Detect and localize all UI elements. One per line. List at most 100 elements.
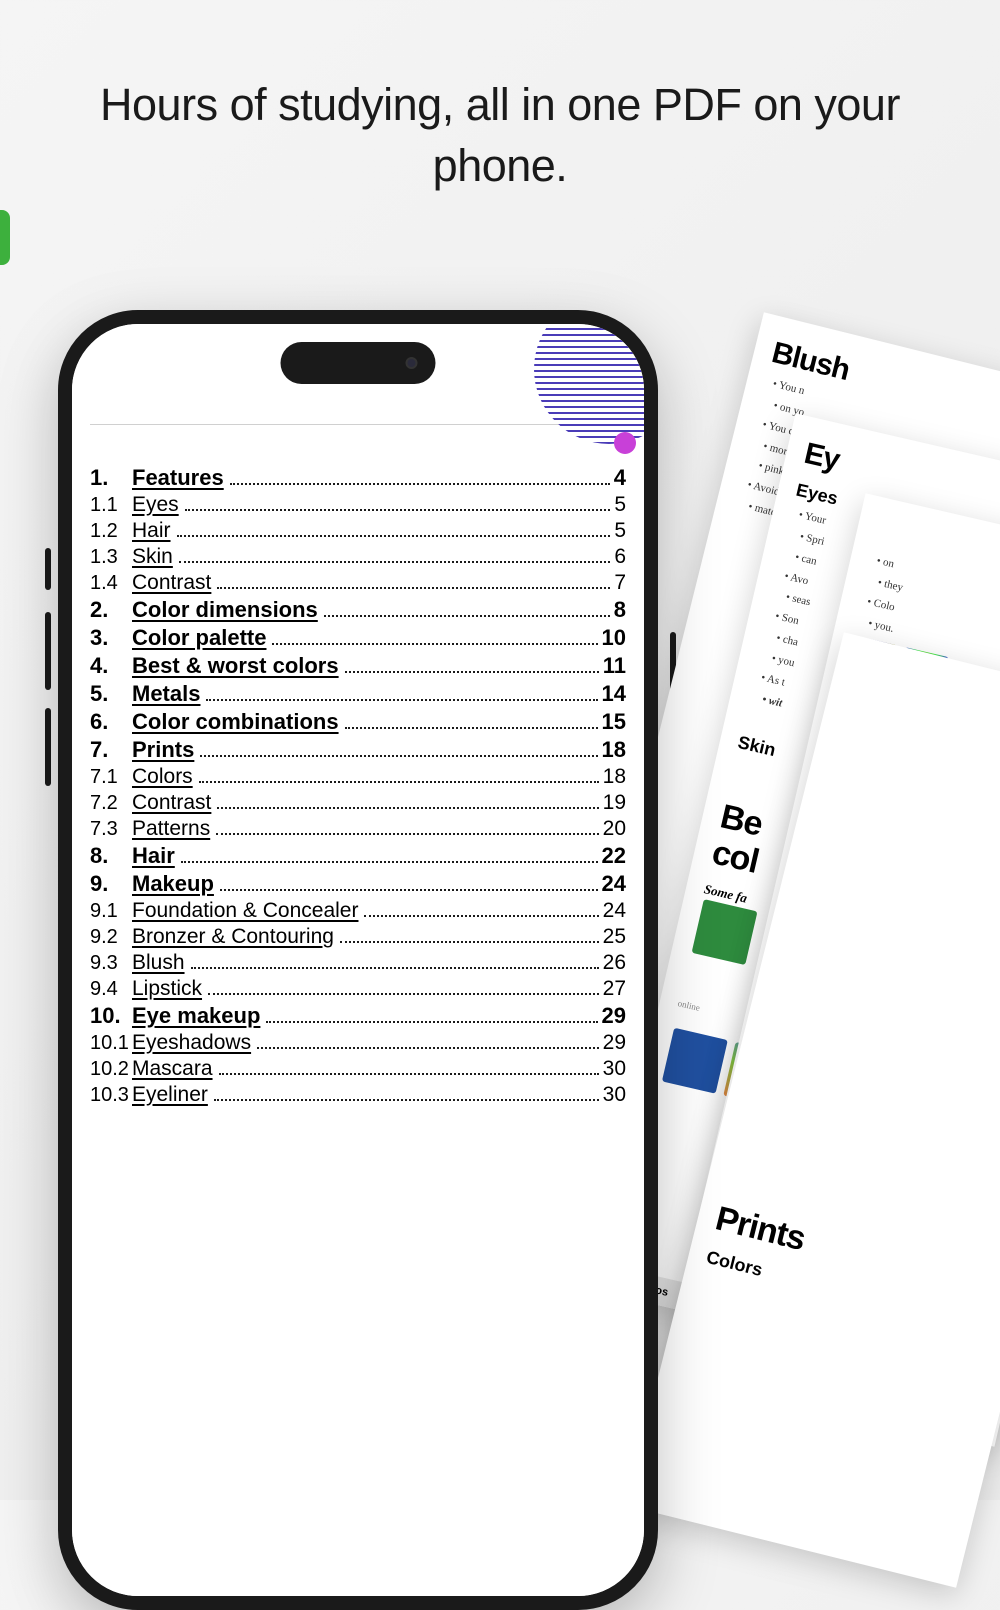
- toc-row[interactable]: 10.Eye makeup29: [90, 1003, 626, 1029]
- color-swatch: [662, 1028, 728, 1094]
- toc-page: 5: [614, 493, 626, 517]
- toc-leader: [364, 915, 598, 917]
- toc-row[interactable]: 7.3Patterns20: [90, 817, 626, 841]
- toc-leader: [217, 807, 598, 809]
- toc-title: Mascara: [132, 1057, 213, 1081]
- toc-row[interactable]: 4.Best & worst colors11: [90, 653, 626, 679]
- toc-number: 6.: [90, 709, 132, 735]
- phone-side-button: [45, 612, 51, 690]
- toc-number: 7.: [90, 737, 132, 763]
- toc-page: 29: [602, 1003, 626, 1029]
- headline: Hours of studying, all in one PDF on you…: [0, 0, 1000, 197]
- toc-page: 24: [603, 899, 626, 923]
- toc-number: 9.3: [90, 952, 132, 975]
- toc-row[interactable]: 1.4Contrast7: [90, 571, 626, 595]
- toc-number: 5.: [90, 681, 132, 707]
- toc-page: 4: [614, 465, 626, 491]
- toc-row[interactable]: 9.1Foundation & Concealer24: [90, 899, 626, 923]
- toc-row[interactable]: 9.2Bronzer & Contouring25: [90, 925, 626, 949]
- toc-leader: [185, 509, 611, 511]
- toc-number: 1.3: [90, 546, 132, 569]
- toc-title: Blush: [132, 951, 185, 975]
- toc-page: 5: [614, 519, 626, 543]
- toc-number: 1.2: [90, 520, 132, 543]
- toc-row[interactable]: 6.Color combinations 15: [90, 709, 626, 735]
- decorative-tab: [0, 210, 10, 265]
- toc-number: 7.3: [90, 818, 132, 841]
- toc-number: 3.: [90, 625, 132, 651]
- toc-leader: [217, 587, 610, 589]
- toc-row[interactable]: 1.2Hair 5: [90, 519, 626, 543]
- decorative-dot: [614, 432, 636, 454]
- toc-row[interactable]: 3.Color palette10: [90, 625, 626, 651]
- toc-title: Hair: [132, 843, 175, 869]
- toc-title: Skin: [132, 545, 173, 569]
- toc-number: 1.1: [90, 494, 132, 517]
- toc-leader: [272, 643, 597, 645]
- toc-page: 14: [602, 681, 626, 707]
- toc-page: 18: [603, 765, 626, 789]
- toc-leader: [257, 1047, 599, 1049]
- toc-row[interactable]: 7.2Contrast19: [90, 791, 626, 815]
- toc-title: Hair: [132, 519, 171, 543]
- phone-side-button: [45, 708, 51, 786]
- phone-notch: [281, 342, 436, 384]
- toc-page: 18: [602, 737, 626, 763]
- toc-title: Metals: [132, 681, 200, 707]
- toc-row[interactable]: 10.3Eyeliner30: [90, 1083, 626, 1107]
- toc-page: 15: [602, 709, 626, 735]
- toc-leader: [200, 755, 597, 757]
- toc-page: 30: [603, 1057, 626, 1081]
- toc-title: Best & worst colors: [132, 653, 339, 679]
- toc-row[interactable]: 2.Color dimensions8: [90, 597, 626, 623]
- phone-side-button: [45, 548, 51, 590]
- toc-page: 6: [614, 545, 626, 569]
- toc-leader: [214, 1099, 599, 1101]
- toc-row[interactable]: 1.1Eyes5: [90, 493, 626, 517]
- toc-title: Contrast: [132, 571, 211, 595]
- toc-page: 30: [603, 1083, 626, 1107]
- toc-page: 20: [603, 817, 626, 841]
- toc-number: 4.: [90, 653, 132, 679]
- toc-title: Foundation & Concealer: [132, 899, 358, 923]
- toc-row[interactable]: 7.1Colors 18: [90, 765, 626, 789]
- toc-leader: [177, 535, 611, 537]
- toc-row[interactable]: 9.4Lipstick27: [90, 977, 626, 1001]
- toc-page: 7: [614, 571, 626, 595]
- toc-leader: [266, 1021, 597, 1023]
- toc-number: 9.: [90, 871, 132, 897]
- toc-title: Bronzer & Contouring: [132, 925, 334, 949]
- color-swatch: [691, 900, 757, 966]
- toc-leader: [219, 1073, 599, 1075]
- toc-title: Makeup: [132, 871, 214, 897]
- toc-leader: [199, 781, 599, 783]
- toc-title: Features: [132, 465, 224, 491]
- toc-number: 10.: [90, 1003, 132, 1029]
- toc-row[interactable]: 9.3Blush 26: [90, 951, 626, 975]
- toc-leader: [230, 483, 610, 485]
- toc-row[interactable]: 1.3Skin 6: [90, 545, 626, 569]
- toc-row[interactable]: 9.Makeup24: [90, 871, 626, 897]
- toc-leader: [216, 833, 598, 835]
- toc-page: 25: [603, 925, 626, 949]
- phone-mockup: 1.Features41.1Eyes51.2Hair51.3Skin61.4Co…: [58, 310, 658, 1610]
- toc-number: 7.1: [90, 766, 132, 789]
- toc-row[interactable]: 8.Hair22: [90, 843, 626, 869]
- toc-page: 29: [603, 1031, 626, 1055]
- toc-row[interactable]: 1.Features 4: [90, 465, 626, 491]
- toc-number: 8.: [90, 843, 132, 869]
- table-of-contents: 1.Features41.1Eyes51.2Hair51.3Skin61.4Co…: [90, 465, 626, 1107]
- toc-row[interactable]: 7.Prints18: [90, 737, 626, 763]
- toc-page: 26: [603, 951, 626, 975]
- toc-number: 1.: [90, 465, 132, 491]
- toc-row[interactable]: 10.1Eyeshadows29: [90, 1031, 626, 1055]
- toc-row[interactable]: 10.2Mascara30: [90, 1057, 626, 1081]
- toc-leader: [181, 861, 598, 863]
- toc-row[interactable]: 5.Metals 14: [90, 681, 626, 707]
- toc-title: Eyeshadows: [132, 1031, 251, 1055]
- toc-title: Color combinations: [132, 709, 339, 735]
- toc-leader: [340, 941, 599, 943]
- toc-title: Colors: [132, 765, 193, 789]
- toc-number: 2.: [90, 597, 132, 623]
- toc-leader: [324, 615, 610, 617]
